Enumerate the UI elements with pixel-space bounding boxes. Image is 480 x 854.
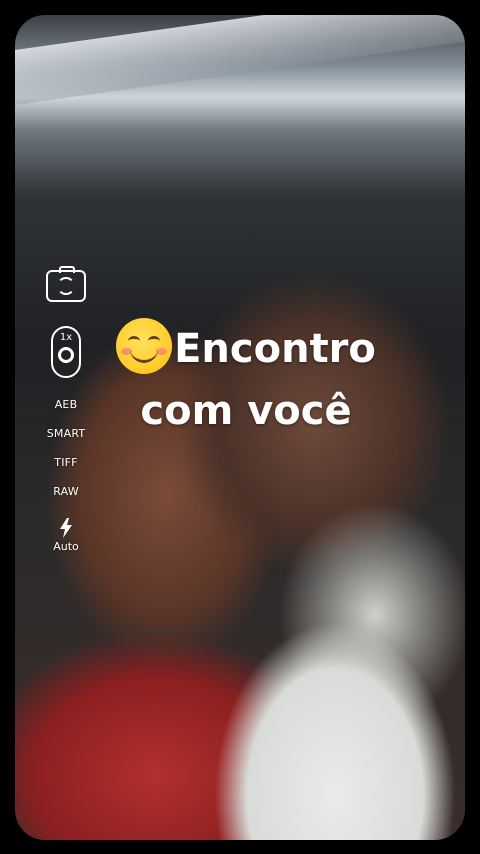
camera-rotate-icon[interactable] (46, 266, 86, 302)
mode-smart[interactable]: SMART (47, 427, 86, 440)
zoom-dot-icon (58, 347, 74, 363)
zoom-label: 1x (59, 332, 73, 343)
flash-icon[interactable] (59, 518, 73, 538)
caption-text: Encontro com você (96, 318, 396, 442)
caption-line-2: com você (140, 388, 352, 434)
mode-raw[interactable]: RAW (53, 485, 79, 498)
zoom-control[interactable]: 1x (51, 326, 81, 378)
flash-mode-label[interactable]: Auto (53, 540, 79, 553)
smiling-face-emoji-icon (116, 318, 173, 374)
mode-tiff[interactable]: TIFF (54, 456, 77, 469)
caption-line-1: Encontro (96, 318, 396, 380)
caption-line-1-text: Encontro (174, 326, 376, 372)
camera-controls-panel: 1x AEB SMART TIFF RAW Auto (28, 266, 104, 553)
mode-aeb[interactable]: AEB (55, 398, 78, 411)
background-photo-detail (15, 15, 465, 106)
